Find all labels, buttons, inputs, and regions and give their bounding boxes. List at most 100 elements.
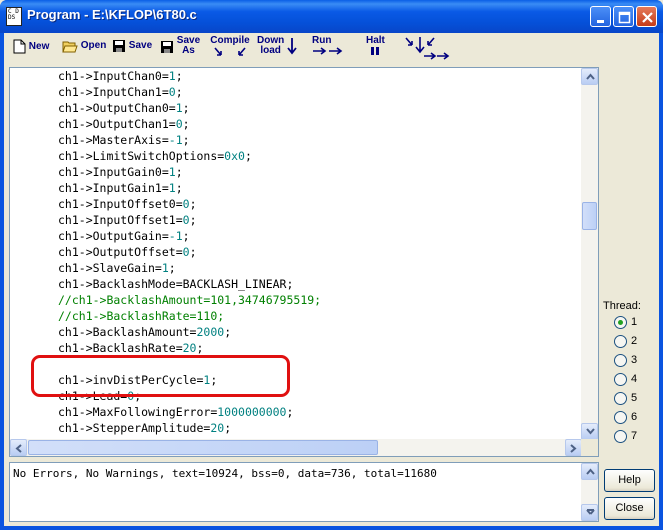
code-token: ch1->BacklashAmount=	[58, 325, 197, 339]
code-number: 20	[210, 421, 225, 435]
code-token: ;	[175, 69, 183, 83]
scroll-up-button[interactable]	[581, 68, 598, 85]
open-button[interactable]: Open	[62, 39, 106, 65]
radio-circle[interactable]	[614, 335, 627, 348]
radio-circle[interactable]	[614, 392, 627, 405]
code-token: ch1->MasterAxis=	[58, 133, 169, 147]
code-number: 0	[182, 245, 190, 259]
code-token: ;	[175, 85, 183, 99]
thread-radio-1[interactable]: 1	[614, 316, 654, 330]
open-folder-icon	[62, 41, 78, 53]
code-editor[interactable]: ch1->InputChan0=1; ch1->InputChan1=0; ch1-…	[9, 67, 599, 457]
code-token: ch1->InputChan1=	[58, 85, 169, 99]
code-token: ;	[182, 117, 190, 131]
code-number: 0	[182, 213, 190, 227]
thread-radio-label: 5	[631, 392, 638, 404]
compile-arrows-icon	[214, 47, 246, 56]
thread-radio-label: 2	[631, 335, 638, 347]
compile-download-run-button[interactable]	[404, 35, 450, 61]
code-token: ;	[182, 101, 190, 115]
code-token: ch1->BacklashRate=	[58, 341, 183, 355]
code-token: ch1->MaxFollowingError=	[58, 405, 218, 419]
code-line: ch1->OutputChan1=0;	[58, 116, 582, 132]
scroll-corner	[581, 439, 598, 456]
editor-vertical-scrollbar[interactable]	[581, 68, 598, 440]
thread-radio-label: 7	[631, 430, 638, 442]
code-number: 1	[168, 69, 176, 83]
editor-horizontal-scrollbar[interactable]	[10, 439, 582, 456]
save-disk-icon	[113, 40, 125, 52]
download-button[interactable]: Down load	[257, 36, 297, 62]
thread-label: Thread:	[603, 300, 641, 312]
code-number: 0	[168, 85, 176, 99]
code-line: ch1->OutputGain=-1;	[58, 228, 582, 244]
scroll-left-button[interactable]	[10, 439, 27, 456]
thread-radio-2[interactable]: 2	[614, 335, 654, 349]
radio-circle[interactable]	[614, 373, 627, 386]
thread-radio-4[interactable]: 4	[614, 373, 654, 387]
code-token: ch1->OutputGain=	[58, 229, 169, 243]
halt-label: Halt	[366, 35, 385, 46]
close-window-button[interactable]	[636, 6, 657, 27]
code-number: 2000	[196, 325, 225, 339]
thread-radio-6[interactable]: 6	[614, 411, 654, 425]
code-token: ch1->InputChan0=	[58, 69, 169, 83]
code-line: //ch1->BacklashAmount=101,34746795519;	[58, 292, 582, 308]
horizontal-scroll-thumb[interactable]	[28, 440, 378, 455]
compile-label: Compile	[210, 35, 250, 46]
code-number: 1	[161, 261, 169, 275]
code-line: ch1->InputGain0=1;	[58, 164, 582, 180]
code-token: ch1->OutputOffset=	[58, 245, 183, 259]
save-label: Save	[128, 40, 153, 51]
code-token: ;	[189, 197, 197, 211]
code-line: ch1->InputOffset1=0;	[58, 212, 582, 228]
run-label: Run	[312, 35, 332, 46]
code-comment: //ch1->BacklashRate=110;	[58, 309, 225, 323]
run-button[interactable]: Run	[312, 36, 344, 62]
toolbar: New Open Save Save As Compile Down load …	[4, 33, 659, 63]
code-number: 1000000000	[217, 405, 287, 419]
save-button[interactable]: Save	[112, 39, 152, 65]
output-vertical-scrollbar[interactable]	[581, 463, 598, 521]
halt-button[interactable]: Halt	[366, 36, 385, 62]
code-number: 1	[168, 165, 176, 179]
arrow-right-icon	[570, 444, 577, 453]
code-line: ch1->InputOffset0=0;	[58, 196, 582, 212]
code-token: ch1->SlaveGain=	[58, 261, 162, 275]
code-token: ch1->OutputChan1=	[58, 117, 176, 131]
maximize-button[interactable]	[613, 6, 634, 27]
code-token: ;	[175, 181, 183, 195]
help-button[interactable]: Help	[604, 469, 655, 492]
radio-circle[interactable]	[614, 430, 627, 443]
close-button[interactable]: Close	[604, 497, 655, 520]
radio-circle[interactable]	[614, 354, 627, 367]
vertical-scroll-thumb[interactable]	[582, 202, 597, 230]
arrow-up-icon	[586, 73, 595, 80]
minimize-button[interactable]	[590, 6, 611, 27]
code-token: ;	[189, 213, 197, 227]
save-as-button[interactable]: Save As	[160, 36, 200, 62]
thread-selector: Thread: 1 2 3 4 5 6 7	[603, 300, 659, 480]
scroll-down-button[interactable]	[581, 423, 598, 440]
title-bar[interactable]: C D DS Program - E:\KFLOP\6T80.c	[0, 0, 663, 33]
thread-radio-7[interactable]: 7	[614, 430, 654, 444]
arrow-up-icon	[586, 468, 595, 475]
output-scroll-up-button[interactable]	[581, 463, 598, 480]
maximize-icon	[618, 11, 631, 24]
arrow-down-icon	[586, 428, 595, 435]
minimize-icon	[597, 20, 604, 23]
thread-radio-label: 4	[631, 373, 638, 385]
code-line: ch1->BacklashRate=20;	[58, 340, 582, 356]
radio-circle[interactable]	[614, 316, 627, 329]
scroll-right-button[interactable]	[565, 439, 582, 456]
close-icon	[642, 12, 653, 23]
thread-radio-3[interactable]: 3	[614, 354, 654, 368]
arrow-left-icon	[15, 444, 22, 453]
code-token: ;	[224, 421, 232, 435]
new-button[interactable]: New	[13, 39, 49, 65]
code-line: ch1->BacklashMode=BACKLASH_LINEAR;	[58, 276, 582, 292]
compile-button[interactable]: Compile	[209, 36, 251, 62]
radio-circle[interactable]	[614, 411, 627, 424]
thread-radio-5[interactable]: 5	[614, 392, 654, 406]
output-scroll-down-button[interactable]	[581, 504, 598, 521]
